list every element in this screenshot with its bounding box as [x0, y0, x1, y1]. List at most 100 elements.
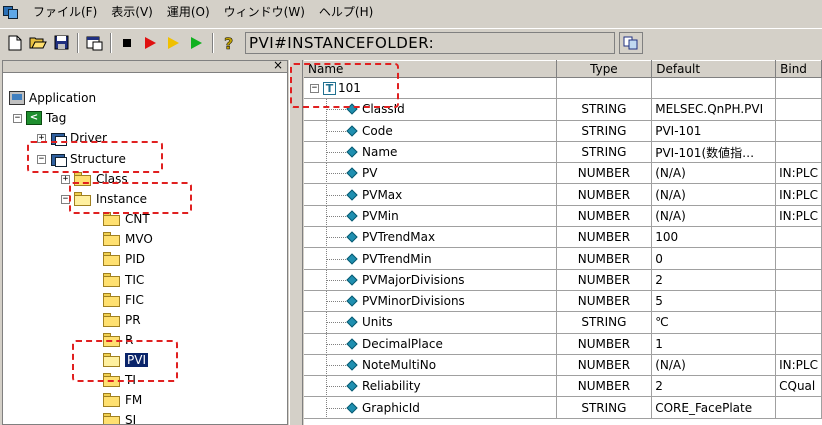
property-icon [346, 146, 358, 158]
table-row[interactable]: PVTrendMin NUMBER 0 [304, 247, 822, 270]
table-row[interactable]: Code STRING PVI-101 [304, 120, 822, 142]
help-button[interactable]: ? [218, 32, 240, 54]
property-type: STRING [556, 98, 653, 121]
run-green-button[interactable] [185, 32, 207, 54]
path-display[interactable]: PVI#INSTANCEFOLDER: [245, 31, 615, 54]
tree-node-pid[interactable]: PID [103, 249, 145, 269]
tree-node-si[interactable]: SI [103, 410, 136, 424]
stop-button[interactable] [116, 32, 138, 54]
property-bind[interactable] [775, 269, 822, 291]
menu-window[interactable]: ウィンドウ(W) [217, 2, 312, 22]
property-default[interactable]: MELSEC.QnPH.PVI [651, 98, 777, 121]
panel-splitter[interactable] [289, 60, 303, 425]
table-row[interactable]: ClassId STRING MELSEC.QnPH.PVI [304, 98, 822, 121]
tree-node-fic[interactable]: FIC [103, 290, 144, 310]
tree-node-pr[interactable]: PR [103, 310, 141, 330]
open-folder-button[interactable] [27, 32, 49, 54]
property-bind[interactable]: IN:PLC [775, 162, 822, 185]
property-default[interactable]: (N/A) [651, 183, 777, 206]
table-row[interactable]: PVTrendMax NUMBER 100 [304, 226, 822, 249]
property-bind[interactable] [775, 247, 822, 270]
menu-bar: ファイル(F) 表示(V) 運用(O) ウィンドウ(W) ヘルプ(H) [0, 0, 822, 24]
new-file-button[interactable] [4, 32, 26, 54]
property-bind[interactable]: IN:PLC [775, 354, 822, 377]
table-row[interactable]: PV NUMBER (N/A) IN:PLC [304, 162, 822, 185]
table-row[interactable]: NoteMultiNo NUMBER (N/A) IN:PLC [304, 354, 822, 377]
property-bind[interactable] [775, 311, 822, 334]
table-row[interactable]: PVMin NUMBER (N/A) IN:PLC [304, 205, 822, 228]
tree-node-cnt[interactable]: CNT [103, 209, 150, 229]
tree-node-ti[interactable]: TI [103, 370, 136, 390]
table-row[interactable]: Reliability NUMBER 2 CQual [304, 375, 822, 398]
property-default[interactable]: 100 [651, 226, 777, 249]
property-bind[interactable] [775, 141, 822, 164]
property-bind[interactable] [775, 226, 822, 249]
run-red-button[interactable] [139, 32, 161, 54]
copy-path-button[interactable] [619, 31, 643, 54]
tree-node-mvo[interactable]: MVO [103, 229, 153, 249]
tree-node-application[interactable]: Application [9, 88, 96, 108]
property-bind[interactable]: IN:PLC [775, 183, 822, 206]
column-header-type[interactable]: Type [556, 60, 653, 78]
property-default[interactable]: CORE_FacePlate [651, 396, 777, 419]
property-bind[interactable] [775, 120, 822, 142]
property-bind[interactable] [775, 290, 822, 313]
table-row[interactable]: PVMajorDivisions NUMBER 2 [304, 269, 822, 291]
table-row[interactable]: PVMinorDivisions NUMBER 5 [304, 290, 822, 313]
property-bind[interactable] [775, 98, 822, 121]
property-bind[interactable]: IN:PLC [775, 205, 822, 228]
table-row[interactable]: Units STRING ℃ [304, 311, 822, 334]
table-row[interactable]: PVMax NUMBER (N/A) IN:PLC [304, 183, 822, 206]
tree-node-fm[interactable]: FM [103, 390, 142, 410]
property-default[interactable]: 2 [651, 269, 777, 291]
column-header-default[interactable]: Default [651, 60, 777, 78]
expand-icon[interactable]: + [37, 133, 46, 143]
table-row-root[interactable]: − T 101 [304, 77, 822, 100]
tree-node-pvi[interactable]: PVI [103, 350, 148, 370]
property-default[interactable]: PVI-101(数値指… [651, 141, 777, 164]
tree-node-driver[interactable]: + Driver [37, 128, 107, 148]
property-default[interactable]: ℃ [651, 311, 777, 334]
tree-node-tic[interactable]: TIC [103, 270, 144, 290]
save-button[interactable] [50, 32, 72, 54]
menu-view[interactable]: 表示(V) [104, 2, 160, 22]
property-default[interactable]: 5 [651, 290, 777, 313]
tree-node-structure[interactable]: − Structure [37, 149, 126, 169]
property-name: PVMinorDivisions [362, 294, 465, 309]
collapse-icon[interactable]: − [37, 154, 46, 164]
folder-icon [103, 273, 121, 287]
collapse-icon[interactable]: − [310, 83, 319, 93]
window-properties-icon [86, 36, 102, 50]
property-bind[interactable] [775, 396, 822, 419]
tree-node-class[interactable]: + Class [61, 169, 128, 189]
property-bind[interactable]: CQual [775, 375, 822, 398]
folder-icon [103, 413, 121, 424]
collapse-icon[interactable]: − [13, 113, 22, 123]
tree-node-tag[interactable]: − < Tag [13, 108, 66, 128]
tree-node-r[interactable]: R [103, 330, 133, 350]
menu-help[interactable]: ヘルプ(H) [312, 2, 380, 22]
column-header-name[interactable]: Name [304, 60, 557, 78]
column-header-bind[interactable]: Bind [775, 60, 822, 78]
property-bind[interactable] [775, 333, 822, 355]
menu-operation[interactable]: 運用(O) [160, 2, 217, 22]
menu-file[interactable]: ファイル(F) [26, 2, 104, 22]
property-default[interactable]: (N/A) [651, 162, 777, 185]
close-icon[interactable]: × [273, 61, 283, 72]
property-default[interactable]: 1 [651, 333, 777, 355]
property-icon [346, 359, 358, 371]
property-default[interactable]: 0 [651, 247, 777, 270]
properties-button[interactable] [83, 32, 105, 54]
run-yellow-button[interactable] [162, 32, 184, 54]
property-default[interactable]: PVI-101 [651, 120, 777, 142]
property-icon [346, 380, 358, 392]
property-default[interactable]: (N/A) [651, 205, 777, 228]
tree-node-instance[interactable]: − Instance [61, 189, 147, 209]
property-default[interactable]: 2 [651, 375, 777, 398]
table-row[interactable]: Name STRING PVI-101(数値指… [304, 141, 822, 164]
table-row[interactable]: DecimalPlace NUMBER 1 [304, 333, 822, 355]
table-row[interactable]: GraphicId STRING CORE_FacePlate [304, 396, 822, 419]
collapse-icon[interactable]: − [61, 194, 70, 204]
expand-icon[interactable]: + [61, 174, 70, 184]
property-default[interactable]: (N/A) [651, 354, 777, 377]
